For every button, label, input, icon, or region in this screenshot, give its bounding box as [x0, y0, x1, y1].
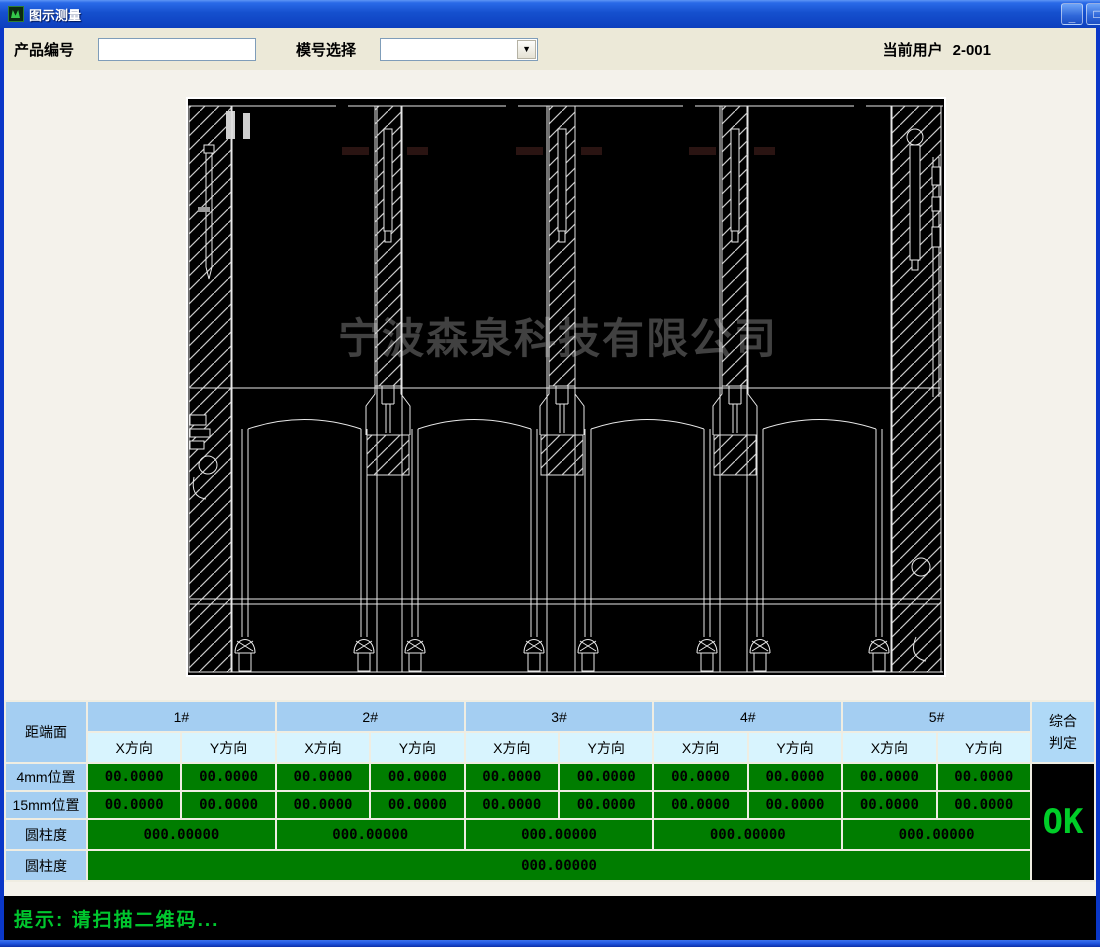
- subheader-x: X方向: [277, 733, 369, 762]
- cylindricity-overall-cell: 000.00000: [88, 851, 1030, 880]
- table-corner-header: 距端面: [6, 702, 86, 762]
- group-header-3: 3#: [466, 702, 653, 731]
- form-bar: 产品编号 模号选择 ▼ 当前用户 2-001: [4, 28, 1096, 70]
- current-user-id: 2-001: [953, 42, 991, 59]
- subheader-x: X方向: [466, 733, 558, 762]
- verdict-header: 综合 判定: [1032, 702, 1094, 762]
- value-cell: 00.0000: [843, 792, 935, 818]
- value-cell: 00.0000: [560, 792, 652, 818]
- status-message: 提示: 请扫描二维码...: [14, 905, 219, 932]
- window-title: 图示测量: [29, 5, 81, 24]
- subheader-y: Y方向: [371, 733, 463, 762]
- subheader-y: Y方向: [749, 733, 841, 762]
- subheader-x: X方向: [843, 733, 935, 762]
- value-cell: 00.0000: [654, 764, 746, 790]
- value-cell: 00.0000: [466, 764, 558, 790]
- current-user-label: 当前用户: [883, 42, 943, 59]
- row-label-cylindricity: 圆柱度: [6, 820, 86, 849]
- group-header-2: 2#: [277, 702, 464, 731]
- app-icon: [8, 6, 24, 22]
- row-label-cylindricity-overall: 圆柱度: [6, 851, 86, 880]
- value-cell: 00.0000: [466, 792, 558, 818]
- product-number-input[interactable]: [98, 38, 256, 61]
- verdict-result: OK: [1043, 802, 1084, 842]
- value-cell: 00.0000: [938, 764, 1030, 790]
- value-cell: 00.0000: [654, 792, 746, 818]
- mold-select-label: 模号选择: [296, 39, 356, 60]
- row-label-4mm: 4mm位置: [6, 764, 86, 790]
- window-border-right: [1096, 28, 1100, 947]
- value-cell: 00.0000: [749, 792, 841, 818]
- cylindricity-cell: 000.00000: [654, 820, 841, 849]
- value-cell: 00.0000: [88, 792, 180, 818]
- subheader-y: Y方向: [560, 733, 652, 762]
- subheader-y: Y方向: [182, 733, 274, 762]
- value-cell: 00.0000: [182, 792, 274, 818]
- cylindricity-cell: 000.00000: [277, 820, 464, 849]
- window-border-bottom: [0, 940, 1100, 947]
- subheader-x: X方向: [88, 733, 180, 762]
- minimize-button[interactable]: _: [1061, 3, 1083, 25]
- title-bar: 图示测量 _ □: [0, 0, 1100, 28]
- cylindricity-cell: 000.00000: [843, 820, 1030, 849]
- value-cell: 00.0000: [277, 764, 369, 790]
- value-cell: 00.0000: [560, 764, 652, 790]
- subheader-x: X方向: [654, 733, 746, 762]
- cylindricity-cell: 000.00000: [88, 820, 275, 849]
- row-label-15mm: 15mm位置: [6, 792, 86, 818]
- value-cell: 00.0000: [843, 764, 935, 790]
- cylindricity-cell: 000.00000: [466, 820, 653, 849]
- measurement-table: 距端面 1# 2# 3# 4# 5# 综合 判定 X方向 Y方向 X方向 Y方向…: [4, 700, 1096, 882]
- group-header-1: 1#: [88, 702, 275, 731]
- value-cell: 00.0000: [371, 792, 463, 818]
- verdict-result-cell: OK: [1032, 764, 1094, 880]
- mold-section-drawing: 宁波森泉科技有限公司: [186, 97, 946, 677]
- value-cell: 00.0000: [277, 792, 369, 818]
- subheader-y: Y方向: [938, 733, 1030, 762]
- group-header-5: 5#: [843, 702, 1030, 731]
- group-header-4: 4#: [654, 702, 841, 731]
- value-cell: 00.0000: [938, 792, 1030, 818]
- product-number-label: 产品编号: [14, 39, 74, 60]
- mold-select-dropdown[interactable]: ▼: [380, 38, 538, 61]
- value-cell: 00.0000: [88, 764, 180, 790]
- value-cell: 00.0000: [182, 764, 274, 790]
- value-cell: 00.0000: [749, 764, 841, 790]
- app-window: 图示测量 _ □ 产品编号 模号选择 ▼ 当前用户 2-001: [0, 0, 1100, 947]
- current-user: 当前用户 2-001: [883, 39, 991, 60]
- window-border-left: [0, 28, 4, 947]
- maximize-button[interactable]: □: [1086, 3, 1100, 25]
- chevron-down-icon[interactable]: ▼: [517, 40, 536, 59]
- value-cell: 00.0000: [371, 764, 463, 790]
- status-bar: 提示: 请扫描二维码...: [0, 896, 1100, 940]
